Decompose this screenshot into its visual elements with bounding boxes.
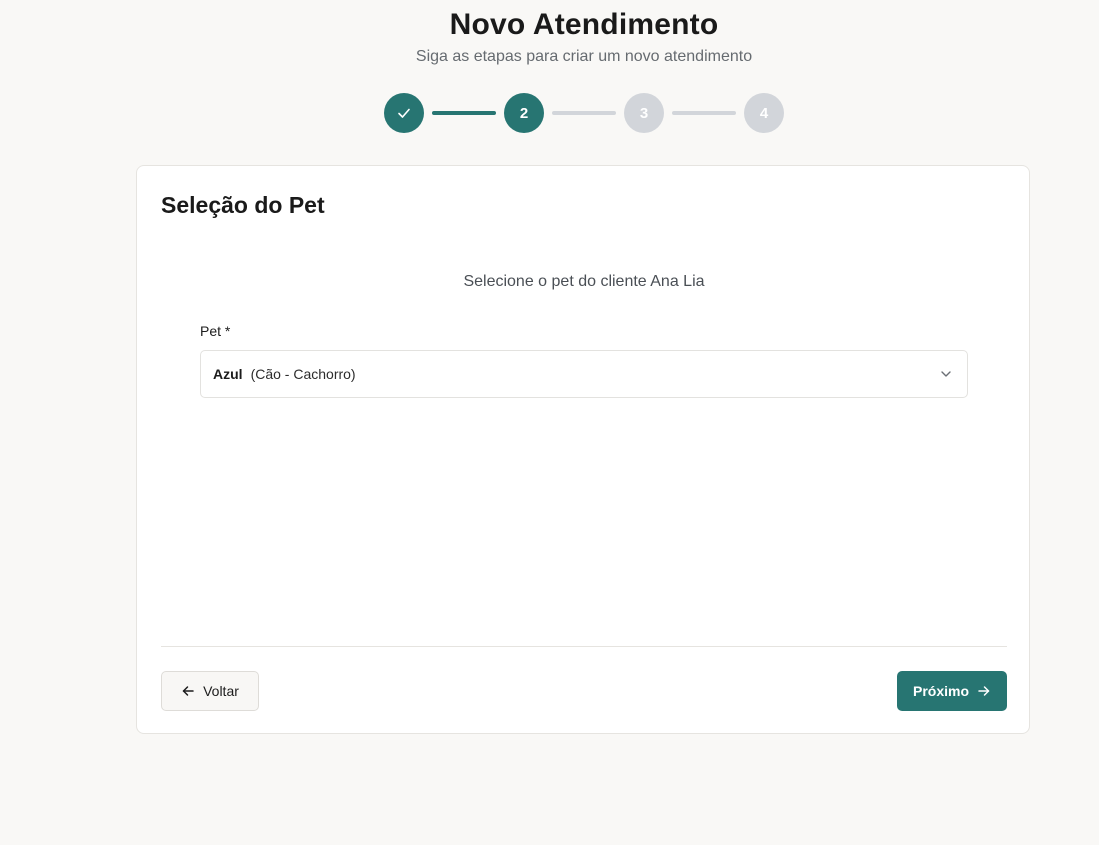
- step-1-completed: [384, 93, 424, 133]
- page-subtitle: Siga as etapas para criar um novo atendi…: [415, 48, 753, 65]
- footer-divider: [161, 646, 1007, 647]
- back-button-label: Voltar: [203, 683, 239, 699]
- step-connector-2: [552, 111, 616, 115]
- step-2-current: 2: [504, 93, 544, 133]
- arrow-left-icon: [181, 684, 195, 698]
- card-title: Seleção do Pet: [161, 192, 325, 218]
- step-4: 4: [744, 93, 784, 133]
- selected-pet-name: Azul: [213, 366, 243, 382]
- check-icon: [396, 105, 412, 121]
- next-button-label: Próximo: [912, 683, 969, 699]
- next-button[interactable]: Próximo: [897, 671, 1007, 711]
- arrow-right-icon: [977, 684, 991, 698]
- page-title: Novo Atendimento: [449, 8, 719, 41]
- step-connector-3: [672, 111, 736, 115]
- step-connector-1: [432, 111, 496, 115]
- instruction-text: Selecione o pet do cliente Ana Lia: [463, 273, 705, 290]
- pet-select[interactable]: Azul (Cão - Cachorro): [200, 350, 968, 398]
- pet-field-label: Pet *: [200, 323, 231, 339]
- selected-pet-detail: (Cão - Cachorro): [250, 366, 356, 382]
- step-3: 3: [624, 93, 664, 133]
- back-button[interactable]: Voltar: [161, 671, 259, 711]
- pet-selection-card: Seleção do Pet Selecione o pet do client…: [136, 165, 1030, 734]
- chevron-down-icon: [939, 367, 953, 381]
- stepper: 2 3 4: [384, 93, 784, 133]
